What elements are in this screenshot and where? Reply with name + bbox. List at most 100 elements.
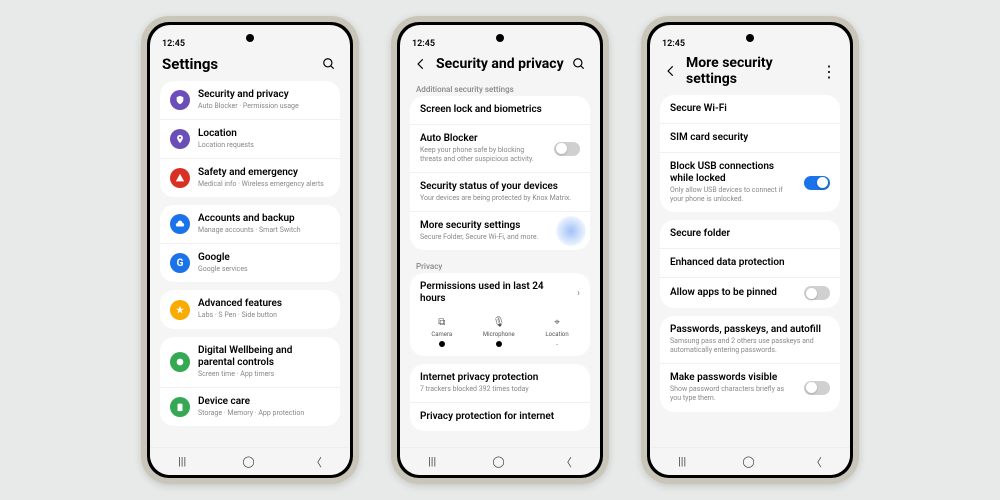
settings-row[interactable]: Make passwords visibleShow password char…: [660, 363, 840, 411]
clock: 12:45: [662, 39, 685, 49]
row-subtitle: Location requests: [198, 141, 330, 150]
nav-recent-icon[interactable]: |||: [178, 455, 186, 468]
row-subtitle: Labs · S Pen · Side button: [198, 311, 330, 320]
nav-back-icon[interactable]: 〈: [561, 454, 572, 470]
settings-row[interactable]: Security status of your devicesYour devi…: [410, 172, 590, 211]
pin-icon: [170, 129, 190, 149]
toggle-switch[interactable]: [554, 142, 580, 156]
well-icon: [170, 352, 190, 372]
usage-dot: [496, 341, 502, 347]
row-subtitle: Manage accounts · Smart Switch: [198, 226, 330, 235]
alert-icon: [170, 168, 190, 188]
nav-bar: ||| ◯ 〈: [650, 447, 850, 475]
nav-home-icon[interactable]: ◯: [242, 455, 254, 468]
settings-row[interactable]: Accounts and backupManage accounts · Sma…: [160, 205, 340, 243]
row-title: Privacy protection for internet: [420, 411, 580, 423]
settings-row[interactable]: Safety and emergencyMedical info · Wirel…: [160, 158, 340, 197]
settings-row[interactable]: Advanced featuresLabs · S Pen · Side but…: [160, 290, 340, 328]
permission-camera[interactable]: ⧉Camera: [431, 317, 452, 348]
g-icon: G: [170, 253, 190, 273]
row-subtitle: Only allow USB devices to connect if you…: [670, 186, 796, 204]
shield-icon: [170, 90, 190, 110]
row-title: Allow apps to be pinned: [670, 287, 796, 299]
row-title: More security settings: [420, 220, 580, 232]
page-title: More security settings: [686, 55, 814, 87]
settings-row[interactable]: Enhanced data protection: [660, 248, 840, 277]
clock: 12:45: [162, 39, 185, 49]
row-subtitle: Google services: [198, 265, 330, 274]
battery-icon: [170, 397, 190, 417]
row-subtitle: Storage · Memory · App protection: [198, 409, 330, 418]
settings-row[interactable]: More security settingsSecure Folder, Sec…: [410, 211, 590, 250]
settings-row[interactable]: Digital Wellbeing and parental controlsS…: [160, 337, 340, 387]
settings-row[interactable]: Allow apps to be pinned: [660, 277, 840, 308]
row-title: Security and privacy: [198, 89, 330, 101]
settings-row[interactable]: Device careStorage · Memory · App protec…: [160, 387, 340, 426]
search-icon[interactable]: [570, 55, 588, 73]
phone-security-privacy: 12:45 Security and privacy Additional se…: [391, 16, 609, 484]
toggle-switch[interactable]: [804, 176, 830, 190]
row-subtitle: Medical info · Wireless emergency alerts: [198, 180, 330, 189]
permissions-grid: ⧉Camera 🎙Microphone ⌖Location-: [410, 313, 590, 356]
nav-bar: ||| ◯ 〈: [400, 447, 600, 475]
settings-row[interactable]: Block USB connections while lockedOnly a…: [660, 152, 840, 212]
settings-row[interactable]: Security and privacyAuto Blocker · Permi…: [160, 81, 340, 119]
back-icon[interactable]: [662, 62, 680, 80]
nav-recent-icon[interactable]: |||: [428, 455, 436, 468]
row-title: Internet privacy protection: [420, 372, 580, 384]
row-subtitle: Auto Blocker · Permission usage: [198, 102, 330, 111]
settings-row[interactable]: Screen lock and biometrics: [410, 96, 590, 124]
settings-row[interactable]: G GoogleGoogle services: [160, 243, 340, 282]
toggle-switch[interactable]: [804, 381, 830, 395]
row-title: Location: [198, 128, 330, 140]
row-title: Secure Wi-Fi: [670, 103, 830, 115]
settings-row[interactable]: Secure Wi-Fi: [660, 95, 840, 123]
nav-back-icon[interactable]: 〈: [311, 454, 322, 470]
camera-hole: [746, 34, 754, 42]
row-title: Screen lock and biometrics: [420, 104, 580, 116]
camera-hole: [496, 34, 504, 42]
permission-location[interactable]: ⌖Location-: [545, 317, 568, 348]
toggle-switch[interactable]: [804, 286, 830, 300]
row-title: Accounts and backup: [198, 213, 330, 225]
chevron-right-icon: ›: [577, 288, 580, 299]
row-title: SIM card security: [670, 132, 830, 144]
row-title: Permissions used in last 24 hours: [420, 281, 569, 305]
row-title: Safety and emergency: [198, 167, 330, 179]
settings-row[interactable]: Internet privacy protection7 trackers bl…: [410, 364, 590, 402]
row-subtitle: Keep your phone safe by blocking threats…: [420, 146, 546, 164]
usage-dot: [439, 341, 445, 347]
phone-more-security: 12:45 More security settings ⋮ Secure Wi…: [641, 16, 859, 484]
row-title: Google: [198, 252, 330, 264]
camera-icon: ⧉: [438, 317, 445, 328]
settings-row[interactable]: SIM card security: [660, 123, 840, 152]
settings-row[interactable]: Privacy protection for internet: [410, 402, 590, 431]
row-subtitle: Secure Folder, Secure Wi-Fi, and more.: [420, 233, 580, 242]
search-icon[interactable]: [320, 55, 338, 73]
nav-home-icon[interactable]: ◯: [742, 455, 754, 468]
settings-row[interactable]: Auto BlockerKeep your phone safe by bloc…: [410, 124, 590, 172]
settings-row[interactable]: Passwords, passkeys, and autofillSamsung…: [660, 316, 840, 363]
clock: 12:45: [412, 39, 435, 49]
section-label: Additional security settings: [410, 81, 590, 96]
permission-microphone[interactable]: 🎙Microphone: [483, 317, 515, 348]
star-icon: [170, 300, 190, 320]
row-subtitle: Your devices are being protected by Knox…: [420, 194, 580, 203]
more-security-header: More security settings ⋮: [660, 51, 840, 95]
cloud-icon: [170, 214, 190, 234]
security-header: Security and privacy: [410, 51, 590, 81]
location-icon: ⌖: [554, 317, 560, 328]
settings-row[interactable]: LocationLocation requests: [160, 119, 340, 158]
nav-back-icon[interactable]: 〈: [811, 454, 822, 470]
row-subtitle: 7 trackers blocked 392 times today: [420, 385, 580, 394]
back-icon[interactable]: [412, 55, 430, 73]
row-title: Secure folder: [670, 228, 830, 240]
permissions-row[interactable]: Permissions used in last 24 hours ›: [410, 273, 590, 313]
row-subtitle: Samsung pass and 2 others use passkeys a…: [670, 337, 830, 355]
camera-hole: [246, 34, 254, 42]
settings-row[interactable]: Secure folder: [660, 220, 840, 248]
nav-recent-icon[interactable]: |||: [678, 455, 686, 468]
settings-header: Settings: [160, 51, 340, 81]
nav-home-icon[interactable]: ◯: [492, 455, 504, 468]
more-icon[interactable]: ⋮: [820, 62, 838, 80]
